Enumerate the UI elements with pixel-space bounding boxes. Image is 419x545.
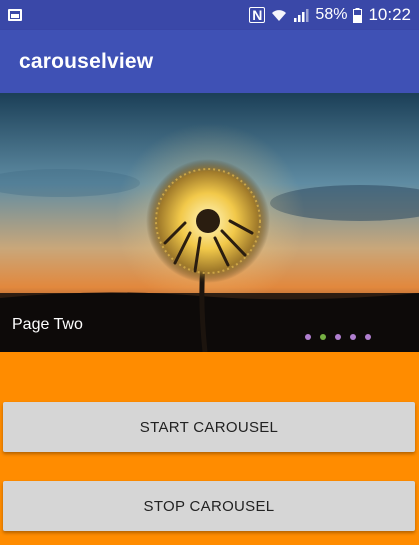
start-carousel-button[interactable]: START CAROUSEL [3,402,415,452]
battery-icon [353,7,363,23]
wifi-icon [271,8,287,22]
status-right: N 58% 10:22 [249,5,411,25]
battery-percent: 58% [315,6,348,23]
page-indicator-dot[interactable] [365,334,371,340]
page-indicator-dot[interactable] [305,334,311,340]
status-bar: N 58% 10:22 [0,0,419,30]
page-indicator-dot-active[interactable] [320,334,326,340]
signal-icon [293,8,309,22]
stop-carousel-button[interactable]: STOP CAROUSEL [3,481,415,531]
app-bar: carouselview [0,30,419,93]
carousel[interactable]: Page Two [0,93,419,352]
carousel-page-label: Page Two [12,316,83,333]
page-indicator-dot[interactable] [335,334,341,340]
page-indicator-dot[interactable] [350,334,356,340]
nfc-icon: N [249,7,266,23]
app-title: carouselview [19,49,154,73]
gallery-icon [8,9,22,21]
page-indicator[interactable] [305,334,371,340]
clock: 10:22 [368,5,411,24]
carousel-image [0,93,419,352]
status-left [8,9,22,21]
